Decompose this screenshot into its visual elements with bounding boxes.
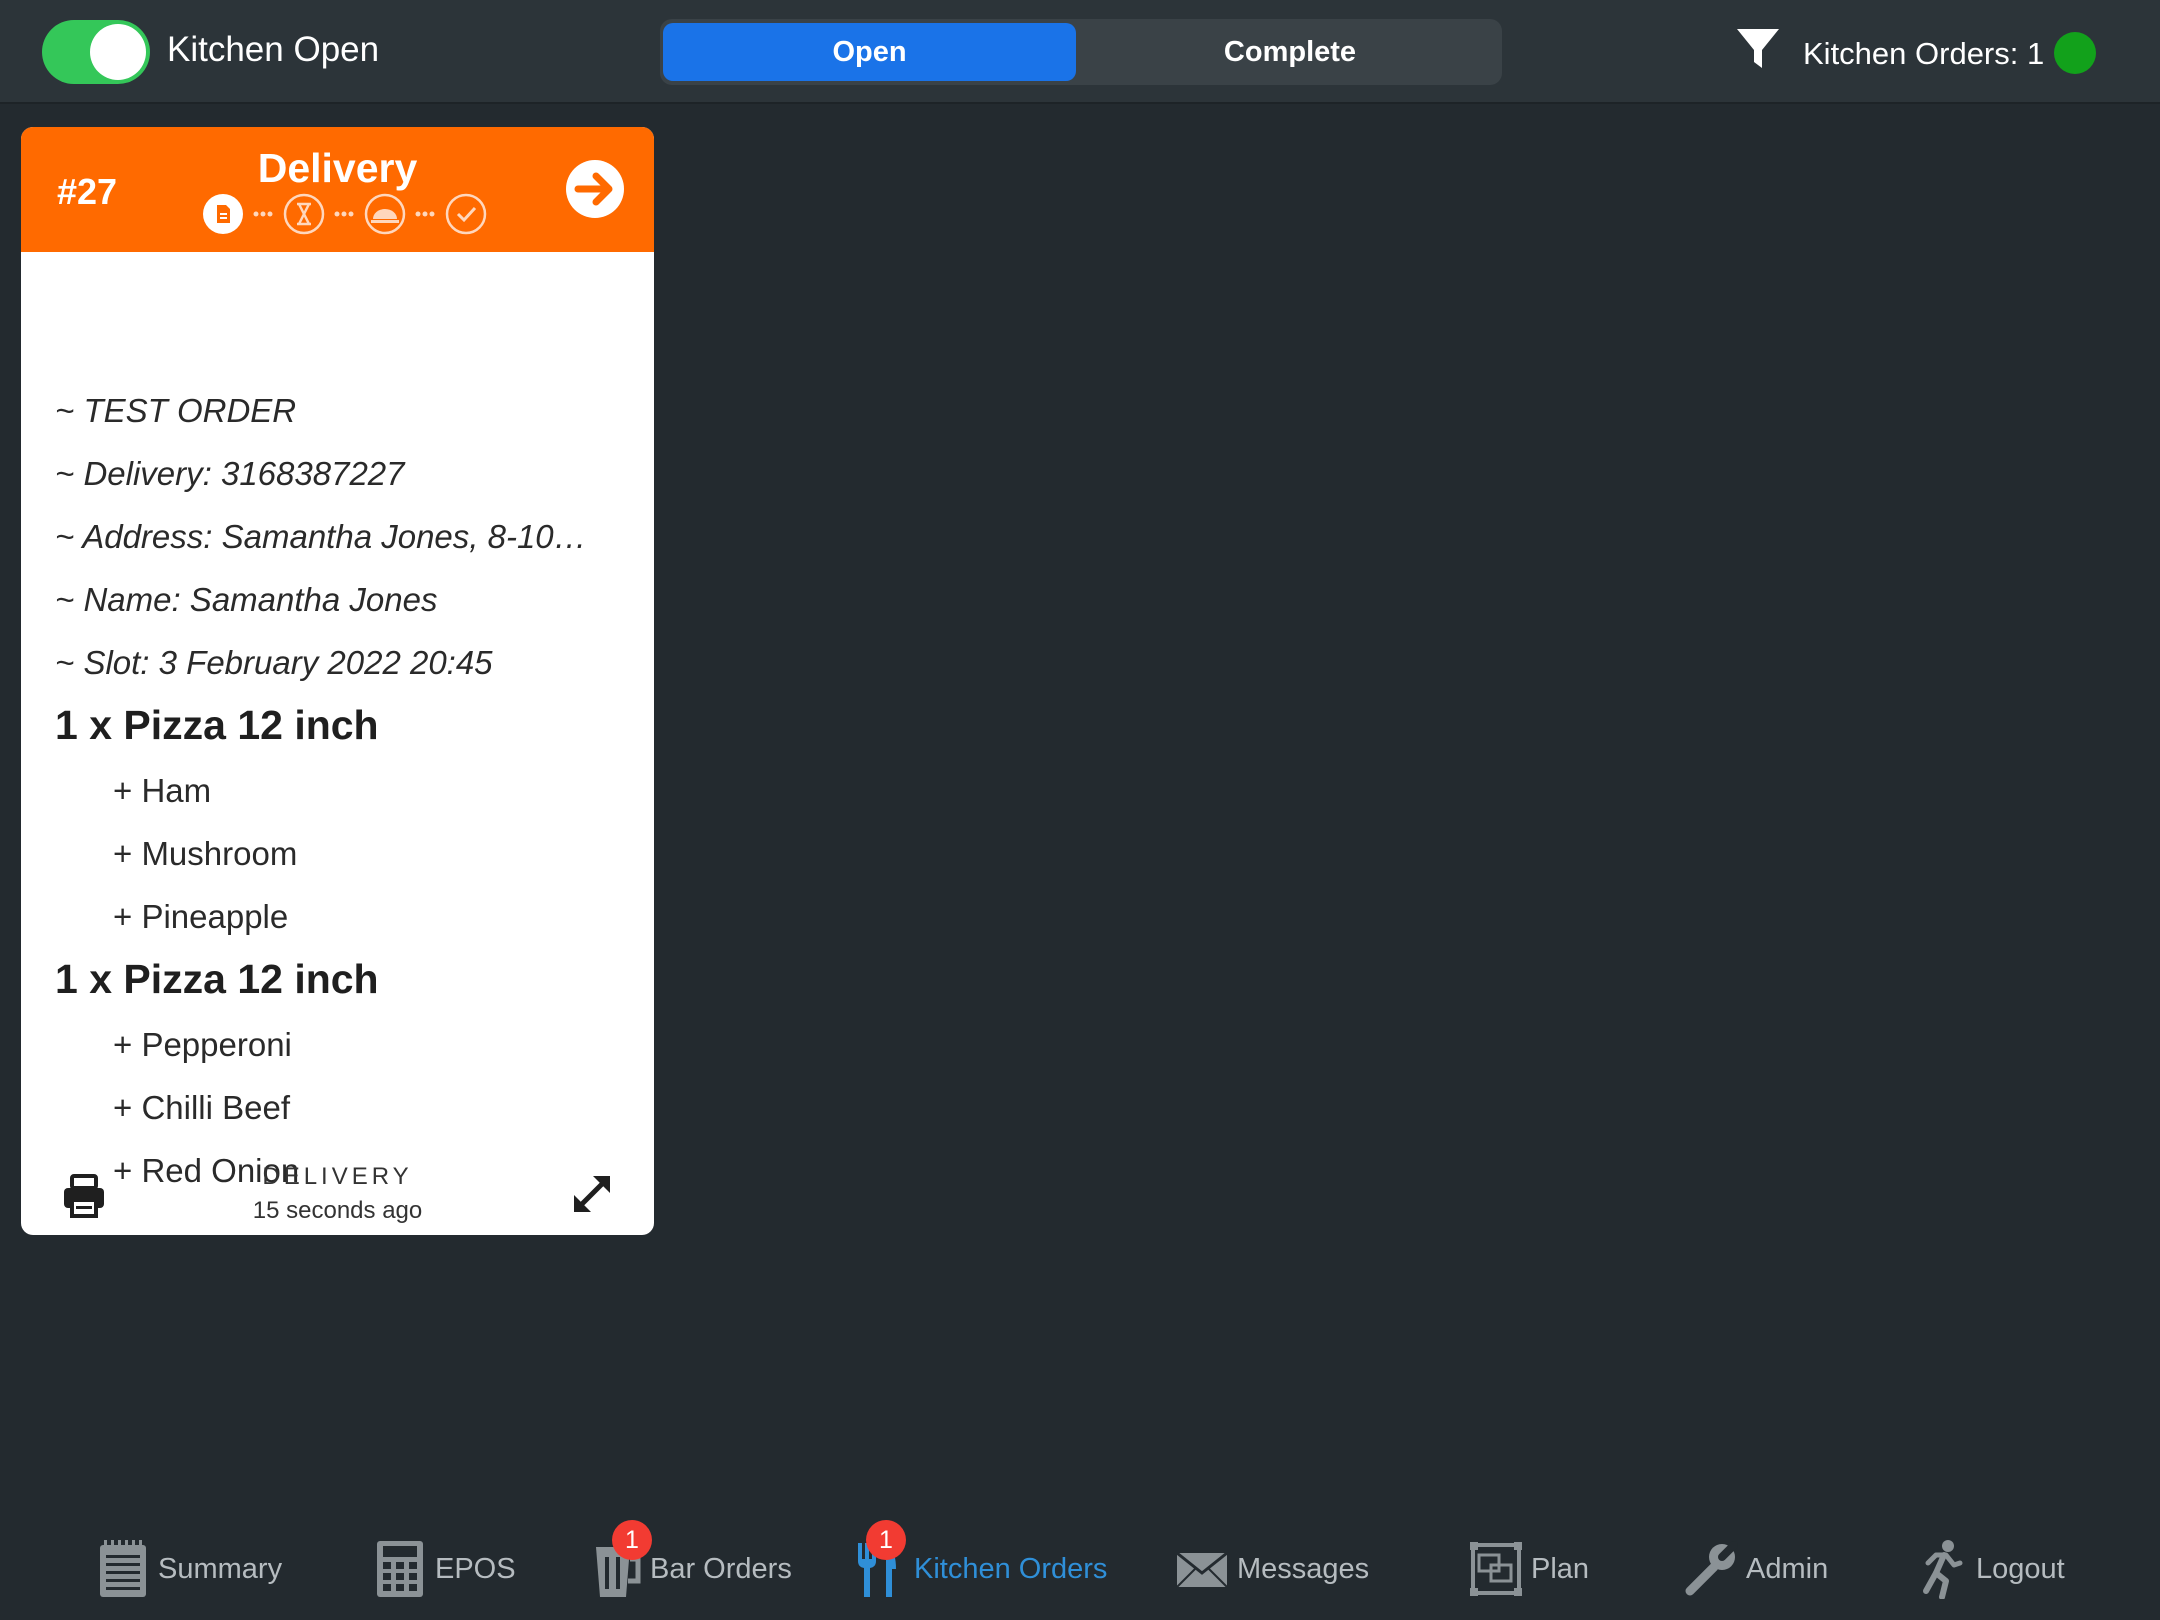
tab-logout[interactable]: Logout [1914,1534,2065,1604]
order-item: 1 x Pizza 12 inch [55,956,379,1002]
tab-kitchen-orders[interactable]: Kitchen Orders 1 [852,1520,1108,1604]
order-elapsed-time: 15 seconds ago [252,1197,423,1224]
expand-icon[interactable] [569,1171,615,1217]
notification-badge: 1 [612,1520,652,1560]
tab-messages[interactable]: Messages [1175,1534,1369,1604]
tab-bar-orders[interactable]: Bar Orders 1 [588,1520,792,1604]
kitchen-open-label: Kitchen Open [167,30,380,69]
tab-label: Admin [1746,1552,1829,1585]
wrench-icon [1685,1541,1738,1596]
item-modifier: + Pepperoni [113,1026,292,1063]
tab-label: EPOS [435,1552,516,1585]
tab-label: Summary [158,1552,283,1585]
tab-epos[interactable]: EPOS [373,1534,516,1604]
notification-badge: 1 [866,1520,906,1560]
notepad-icon [100,1540,146,1597]
tab-summary[interactable]: Summary [96,1534,282,1604]
order-note: ~ TEST ORDER [55,392,297,429]
order-type-title: Delivery [257,145,418,191]
tab-admin[interactable]: Admin [1684,1534,1828,1604]
order-status-segmented-control: Open Complete [660,19,1502,85]
item-modifier: + Pineapple [113,898,289,935]
floor-plan-icon [1470,1542,1522,1596]
cloche-icon [364,193,406,235]
order-card[interactable]: #27 Delivery ~ TEST ORDER ~ Delivery: 31… [21,127,654,1235]
item-modifier: + Mushroom [113,835,298,872]
kitchen-open-toggle[interactable] [42,20,150,84]
tab-label: Logout [1976,1552,2065,1585]
order-note: ~ Address: Samantha Jones, 8-10… [55,518,587,555]
tab-label: Plan [1531,1552,1590,1585]
check-icon [445,193,487,235]
order-note: ~ Name: Samantha Jones [55,581,438,618]
item-modifier: + Ham [113,772,212,809]
top-bar: Kitchen Open Open Complete Kitchen Order… [0,0,2160,104]
hourglass-icon [283,193,325,235]
connection-status-indicator [2054,32,2096,74]
order-type-label: DELIVERY [262,1163,413,1190]
tab-label: Kitchen Orders [914,1552,1108,1585]
document-icon [203,194,243,234]
segment-open[interactable]: Open [663,23,1076,81]
filter-icon[interactable] [1735,26,1781,72]
tab-label: Bar Orders [650,1552,792,1585]
tab-plan[interactable]: Plan [1469,1534,1589,1604]
bottom-tab-bar: Summary EPOS Bar Orders 1 Kitchen Orders… [0,1500,2160,1620]
advance-order-button[interactable] [564,158,626,220]
envelope-icon [1176,1551,1228,1588]
running-man-icon [1923,1540,1963,1599]
toggle-knob [90,24,146,80]
segment-complete[interactable]: Complete [1082,23,1498,81]
order-card-header: #27 Delivery [21,127,654,252]
tab-label: Messages [1237,1552,1370,1585]
item-modifier: + Chilli Beef [113,1089,291,1126]
calculator-icon [377,1541,423,1597]
order-progress-tracker [203,193,487,235]
order-note: ~ Delivery: 3168387227 [55,455,405,492]
order-card-footer: DELIVERY 15 seconds ago [21,1127,654,1235]
order-note: ~ Slot: 3 February 2022 20:45 [55,644,493,681]
kitchen-orders-count: Kitchen Orders: 1 [1803,36,2045,71]
order-item: 1 x Pizza 12 inch [55,702,379,748]
